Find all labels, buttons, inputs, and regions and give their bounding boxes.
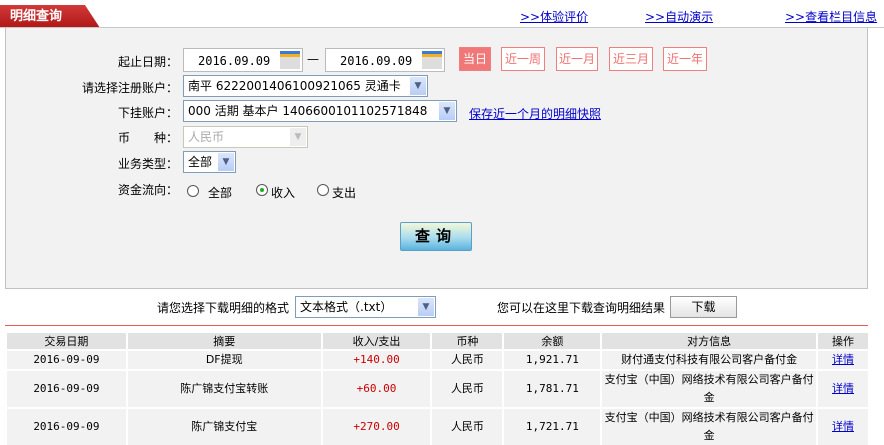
cell-balance: 1,921.71: [502, 349, 602, 370]
tab-detail-query[interactable]: 明细查询: [0, 5, 100, 28]
flow-all-radio[interactable]: [187, 185, 199, 197]
details-link[interactable]: 详情: [832, 353, 854, 366]
col-amount: 收入/支出: [320, 333, 432, 350]
flow-label: 资金流向：: [117, 183, 178, 197]
table-row: 2016-09-09 陈广锦支付宝 +270.00 人民币 1,721.71 支…: [5, 407, 868, 445]
type-select[interactable]: 全部 ▼: [183, 151, 236, 173]
feedback-link[interactable]: >>体验评价: [520, 8, 588, 25]
cell-action: 详情: [816, 407, 868, 445]
col-action: 操作: [816, 333, 868, 350]
range-3month-button[interactable]: 近三月: [609, 47, 653, 71]
currency-select: 人民币 ▼: [183, 126, 308, 148]
flow-income-radio[interactable]: [256, 184, 268, 196]
cell-balance: 1,721.71: [502, 407, 602, 445]
range-today-button[interactable]: 当日: [459, 47, 491, 71]
cell-amount: +140.00: [320, 349, 432, 370]
flow-income-label: 收入: [271, 186, 296, 200]
sub-account-label: 下挂账户：: [117, 106, 178, 120]
column-info-link[interactable]: >>查看栏目信息: [785, 8, 877, 25]
end-date-input[interactable]: 2016.09.09: [325, 48, 445, 72]
chevron-down-icon: ▼: [418, 298, 434, 316]
date-label: 起止日期：: [117, 55, 178, 69]
calendar-icon[interactable]: [422, 51, 442, 69]
cell-counterparty: 支付宝（中国）网络技术有限公司客户备付金: [600, 369, 818, 408]
chevron-down-icon: ▼: [439, 102, 455, 120]
col-summary: 摘要: [125, 333, 322, 350]
query-button[interactable]: 查询: [400, 222, 472, 251]
cell-counterparty: 支付宝（中国）网络技术有限公司客户备付金: [600, 407, 818, 445]
download-format-label: 请您选择下载明细的格式: [157, 301, 290, 315]
currency-label: 币 种：: [117, 131, 178, 145]
save-snapshot-link[interactable]: 保存近一个月的明细快照: [469, 105, 601, 122]
range-week-button[interactable]: 近一周: [501, 47, 545, 71]
download-format-select[interactable]: 文本格式（.txt） ▼: [295, 296, 436, 318]
account-label: 请选择注册账户：: [81, 81, 178, 95]
account-select[interactable]: 南平 6222001406100921065 灵通卡 ▼: [183, 75, 428, 97]
cell-action: 详情: [816, 369, 868, 408]
table-header: 交易日期 摘要 收入/支出 币种 余额 对方信息 操作: [5, 333, 868, 350]
flow-expense-radio[interactable]: [317, 184, 329, 196]
cell-amount: +270.00: [320, 407, 432, 445]
range-month-button[interactable]: 近一月: [556, 47, 598, 71]
calendar-icon[interactable]: [280, 51, 300, 69]
cell-currency: 人民币: [430, 407, 504, 445]
cell-currency: 人民币: [430, 369, 504, 408]
auto-demo-link[interactable]: >>自动演示: [645, 8, 713, 25]
cell-date: 2016-09-09: [5, 369, 127, 408]
download-hint: 您可以在这里下载查询明细结果: [497, 301, 666, 315]
table-row: 2016-09-09 陈广锦支付宝转账 +60.00 人民币 1,781.71 …: [5, 369, 868, 408]
cell-date: 2016-09-09: [5, 349, 127, 370]
chevron-down-icon: ▼: [410, 77, 426, 95]
col-balance: 余额: [502, 333, 602, 350]
col-counterparty: 对方信息: [600, 333, 818, 350]
cell-summary: 陈广锦支付宝转账: [125, 369, 322, 408]
transaction-table: 交易日期 摘要 收入/支出 币种 余额 对方信息 操作 2016-09-09 D…: [5, 333, 868, 445]
download-button[interactable]: 下载: [670, 296, 737, 318]
cell-counterparty: 财付通支付科技有限公司客户备付金: [600, 349, 818, 370]
cell-summary: DF提现: [125, 349, 322, 370]
sub-account-select[interactable]: 000 活期 基本户 1406600101102571848 ▼: [183, 100, 457, 122]
range-year-button[interactable]: 近一年: [663, 47, 707, 71]
col-currency: 币种: [430, 333, 504, 350]
start-date-input[interactable]: 2016.09.09: [183, 48, 303, 72]
details-link[interactable]: 详情: [832, 382, 854, 395]
cell-balance: 1,781.71: [502, 369, 602, 408]
chevron-down-icon: ▼: [218, 153, 234, 171]
cell-amount: +60.00: [320, 369, 432, 408]
details-link[interactable]: 详情: [832, 420, 854, 433]
cell-summary: 陈广锦支付宝: [125, 407, 322, 445]
flow-expense-label: 支出: [332, 186, 357, 200]
table-row: 2016-09-09 DF提现 +140.00 人民币 1,921.71 财付通…: [5, 349, 868, 370]
col-date: 交易日期: [5, 333, 127, 350]
cell-action: 详情: [816, 349, 868, 370]
type-label: 业务类型：: [117, 157, 178, 171]
cell-currency: 人民币: [430, 349, 504, 370]
date-dash: —: [307, 52, 319, 66]
divider: [5, 325, 868, 326]
cell-date: 2016-09-09: [5, 407, 127, 445]
flow-all-label: 全部: [208, 186, 233, 200]
chevron-down-icon: ▼: [290, 128, 306, 146]
